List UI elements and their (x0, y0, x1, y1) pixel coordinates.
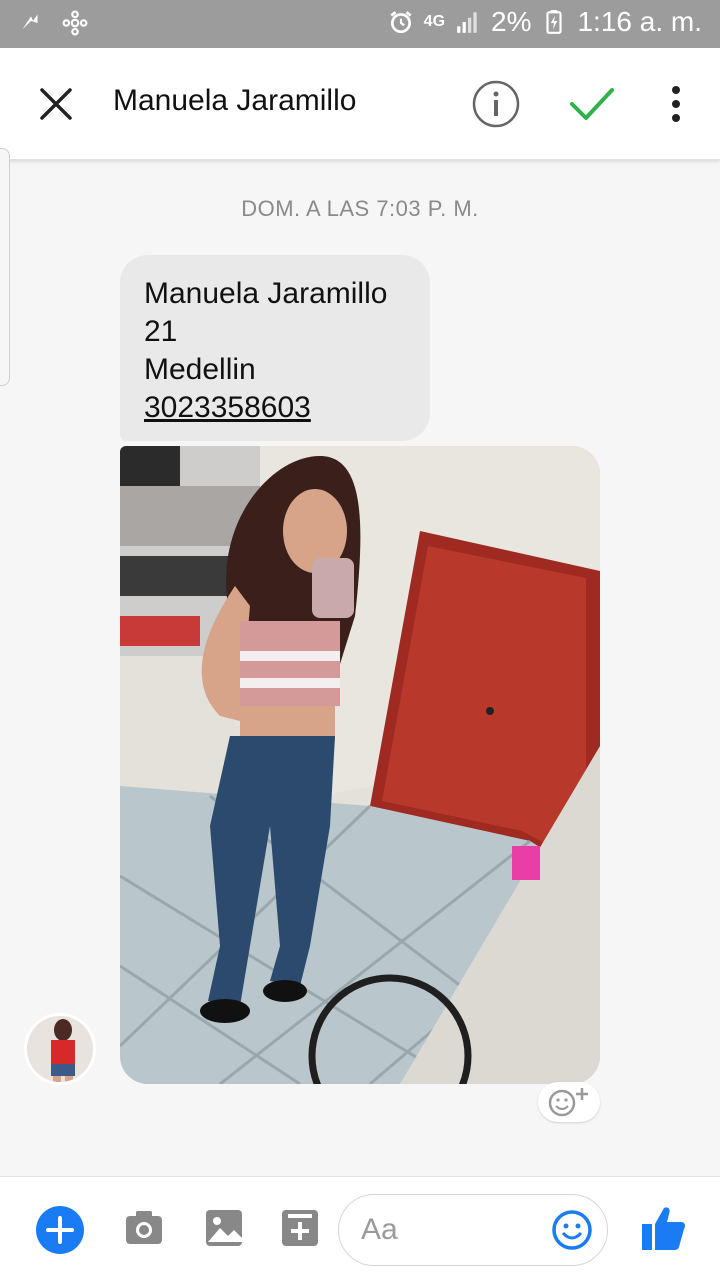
status-bar: 4G 2% 1:16 a. m. (0, 0, 720, 48)
message-input[interactable]: Aa (338, 1194, 608, 1266)
more-actions-button[interactable] (36, 1206, 84, 1254)
network-type: 4G (423, 13, 446, 30)
sender-avatar[interactable] (24, 1013, 96, 1085)
plus-icon (46, 1216, 74, 1244)
clock: 1:16 a. m. (577, 6, 702, 37)
message-input-placeholder: Aa (361, 1213, 398, 1246)
avatar-image (27, 1016, 93, 1082)
camera-icon[interactable] (124, 1208, 164, 1248)
contact-name: Manuela Jaramillo (113, 84, 357, 117)
phone-number-link[interactable]: 3023358603 (144, 389, 406, 427)
photo-image (120, 446, 600, 1084)
add-reaction-icon (548, 1088, 588, 1117)
info-icon[interactable] (472, 80, 520, 128)
thumbs-up-icon[interactable] (640, 1204, 686, 1252)
message-line-city: Medellin (144, 353, 256, 386)
message-bubble[interactable]: Manuela Jaramillo 21 Medellin 3023358603 (120, 255, 430, 441)
gallery-icon[interactable] (204, 1208, 244, 1248)
battery-icon (546, 10, 563, 34)
close-icon[interactable] (34, 82, 78, 126)
composer-bar: Aa (0, 1176, 720, 1280)
notification-icon (22, 14, 38, 30)
battery-percent: 2% (491, 6, 532, 37)
alarm-icon (390, 11, 412, 34)
emoji-icon[interactable] (551, 1209, 593, 1251)
checkmark-icon[interactable] (568, 80, 616, 128)
signal-icon (457, 12, 477, 33)
more-options-icon[interactable] (664, 82, 688, 126)
sticker-icon[interactable] (280, 1208, 320, 1248)
message-line-age: 21 (144, 315, 178, 348)
add-reaction-button[interactable] (538, 1082, 600, 1122)
flower-icon (62, 10, 88, 36)
photo-message[interactable] (120, 446, 600, 1084)
message-line-name: Manuela Jaramillo (144, 277, 388, 310)
conversation-header: Manuela Jaramillo (0, 48, 720, 160)
message-timestamp: DOM. A LAS 7:03 P. M. (241, 196, 479, 221)
edge-panel-handle[interactable] (0, 148, 10, 386)
